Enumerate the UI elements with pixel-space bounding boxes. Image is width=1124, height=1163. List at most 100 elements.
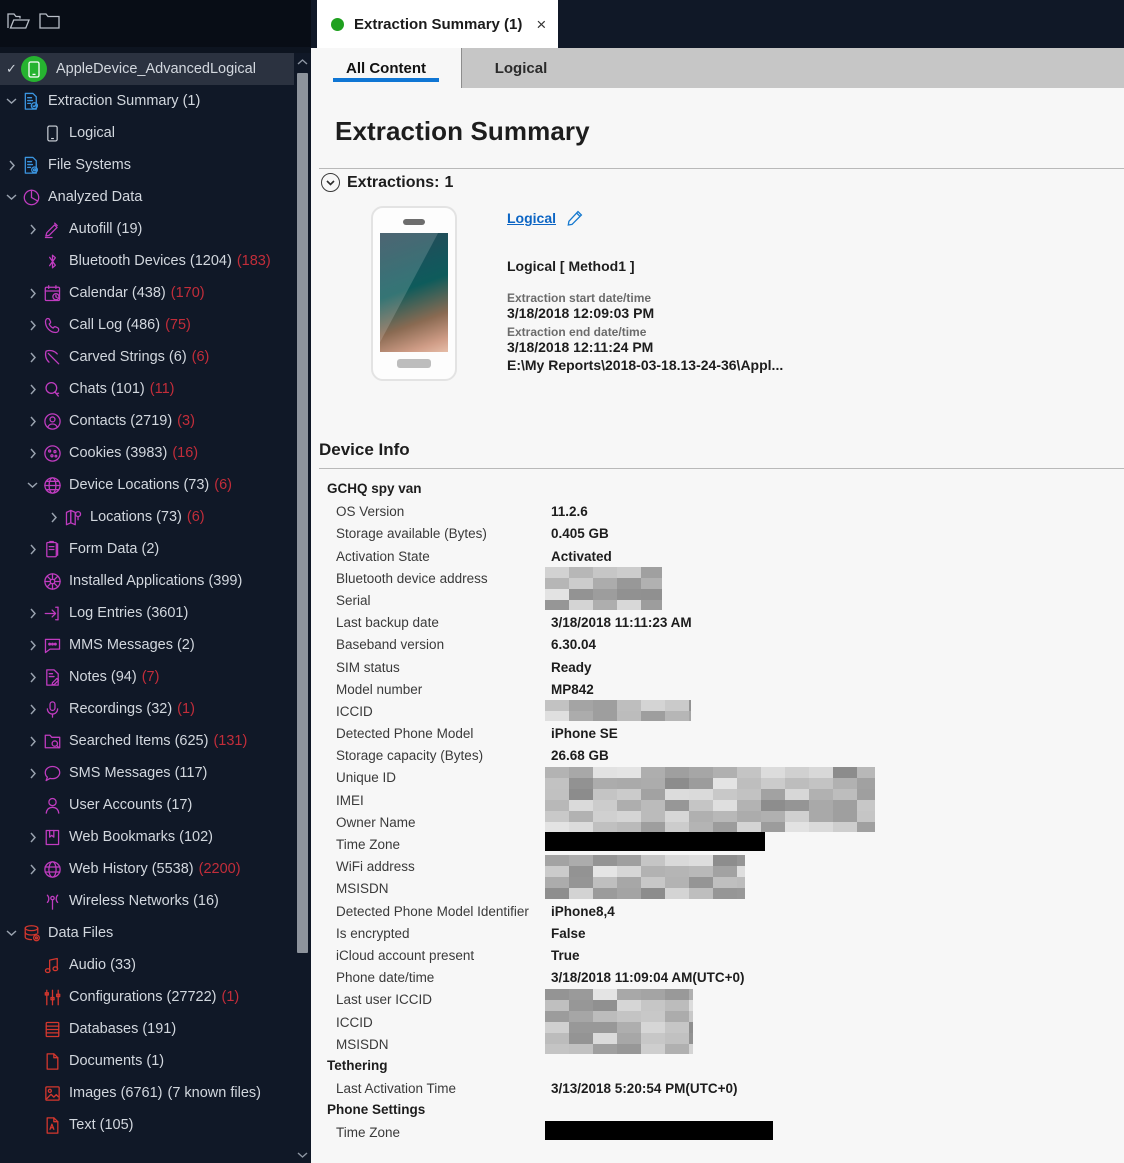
redacted-value-blur — [545, 988, 693, 1055]
tree-item-label: Documents (1) — [69, 1053, 165, 1069]
tree-item-autofill-19[interactable]: Autofill (19) — [0, 213, 311, 245]
chevron-right-icon[interactable] — [25, 341, 40, 373]
tab-all-content[interactable]: All Content — [311, 48, 461, 88]
cookie-icon — [40, 441, 64, 465]
open-folder-icon[interactable] — [6, 10, 30, 37]
tree-item-label: Autofill (19) — [69, 221, 143, 237]
device-tree[interactable]: ✓ AppleDevice_AdvancedLogical Extraction S… — [0, 53, 311, 1163]
tree-item-bluetooth-devices-1204[interactable]: Bluetooth Devices (1204) (183) — [0, 245, 311, 277]
scroll-up-arrow-icon[interactable] — [294, 53, 311, 70]
tree-item-form-data-2[interactable]: Form Data (2) — [0, 533, 311, 565]
chevron-right-icon[interactable] — [25, 821, 40, 853]
chevron-right-icon[interactable] — [25, 597, 40, 629]
device-info-value: iPhone8,4 — [551, 903, 615, 919]
extraction-link[interactable]: Logical — [507, 210, 556, 226]
chevron-right-icon[interactable] — [25, 629, 40, 661]
chevron-right-icon[interactable] — [25, 277, 40, 309]
tree-item-analyzed-data[interactable]: Analyzed Data — [0, 181, 311, 213]
chevron-down-icon[interactable] — [4, 85, 19, 117]
tab-extraction-summary[interactable]: Extraction Summary (1) × — [317, 0, 559, 48]
tree-item-data-files[interactable]: Data Files — [0, 917, 311, 949]
tree-item-locations-73[interactable]: Locations (73) (6) — [0, 501, 311, 533]
chevron-right-icon[interactable] — [25, 437, 40, 469]
chevron-down-icon[interactable] — [4, 181, 19, 213]
root-check-icon[interactable]: ✓ — [4, 53, 19, 85]
scroll-down-arrow-icon[interactable] — [294, 1146, 311, 1163]
tree-item-calendar-438[interactable]: Calendar (438) (170) — [0, 277, 311, 309]
tree-item-notes-94[interactable]: Notes (94) (7) — [0, 661, 311, 693]
chevron-right-icon[interactable] — [25, 373, 40, 405]
tree-item-root[interactable]: ✓ AppleDevice_AdvancedLogical — [0, 53, 311, 85]
collapse-chevron-icon[interactable] — [321, 173, 340, 192]
tree-item-cookies-3983[interactable]: Cookies (3983) (16) — [0, 437, 311, 469]
tree-item-mms-messages-2[interactable]: MMS Messages (2) — [0, 629, 311, 661]
tree-item-root-label: AppleDevice_AdvancedLogical — [56, 61, 256, 77]
device-info-row: OS Version 11.2.6 — [311, 502, 1124, 524]
chevron-right-icon[interactable] — [25, 853, 40, 885]
tree-item-web-bookmarks-102[interactable]: Web Bookmarks (102) — [0, 821, 311, 853]
tree-item-text-105[interactable]: Text (105) — [0, 1109, 311, 1141]
chevron-right-icon[interactable] — [46, 501, 61, 533]
tree-item-databases-191[interactable]: Databases (191) — [0, 1013, 311, 1045]
edit-pencil-icon[interactable] — [567, 210, 583, 230]
tree-item-log-entries-3601[interactable]: Log Entries (3601) — [0, 597, 311, 629]
chevron-right-icon[interactable] — [25, 725, 40, 757]
tab-close-icon[interactable]: × — [536, 16, 546, 33]
folder-icon[interactable] — [38, 10, 62, 37]
tree-item-label: Calendar (438) — [69, 285, 166, 301]
chevron-down-icon[interactable] — [4, 917, 19, 949]
chevron-right-icon[interactable] — [25, 533, 40, 565]
tree-item-call-log-486[interactable]: Call Log (486) (75) — [0, 309, 311, 341]
tree-scrollbar[interactable] — [294, 53, 311, 1163]
tab-active-underline — [333, 78, 439, 82]
db-stack-icon — [40, 1017, 64, 1041]
scrollbar-thumb[interactable] — [297, 73, 308, 953]
tree-item-documents-1[interactable]: Documents (1) — [0, 1045, 311, 1077]
tree-item-recordings-32[interactable]: Recordings (32) (1) — [0, 693, 311, 725]
redacted-value-blur — [545, 855, 745, 899]
tree-item-audio-33[interactable]: Audio (33) — [0, 949, 311, 981]
tree-item-web-history-5538[interactable]: Web History (5538) (2200) — [0, 853, 311, 885]
tree-item-label: Installed Applications (399) — [69, 573, 243, 589]
tab-strip: Extraction Summary (1) × — [311, 0, 1124, 48]
device-info-group-label: GCHQ spy van — [327, 481, 422, 496]
tree-item-sms-messages-117[interactable]: SMS Messages (117) — [0, 757, 311, 789]
device-info-row: Storage available (Bytes) 0.405 GB — [311, 524, 1124, 546]
chevron-down-icon[interactable] — [25, 469, 40, 501]
tree-item-logical[interactable]: Logical — [0, 117, 311, 149]
sliders-icon — [40, 985, 64, 1009]
chevron-right-icon[interactable] — [25, 309, 40, 341]
tree-item-contacts-2719[interactable]: Contacts (2719) (3) — [0, 405, 311, 437]
chevron-right-icon[interactable] — [25, 213, 40, 245]
chevron-right-icon[interactable] — [25, 693, 40, 725]
tree-item-flagged-count: (1) — [177, 701, 195, 717]
tree-item-flagged-count: (170) — [170, 285, 205, 301]
tree-item-label: Bluetooth Devices (1204) — [69, 253, 232, 269]
tree-item-carved-strings-6[interactable]: Carved Strings (6) (6) — [0, 341, 311, 373]
extractions-header[interactable]: Extractions: 1 — [321, 173, 453, 192]
tree-item-user-accounts-17[interactable]: User Accounts (17) — [0, 789, 311, 821]
tab-logical[interactable]: Logical — [462, 48, 580, 88]
tree-item-wireless-networks-16[interactable]: Wireless Networks (16) — [0, 885, 311, 917]
device-info-key: IMEI — [336, 792, 364, 808]
chevron-right-icon[interactable] — [25, 405, 40, 437]
image-icon — [40, 1081, 64, 1105]
chevron-right-icon[interactable] — [4, 149, 19, 181]
tree-item-file-systems[interactable]: File Systems — [0, 149, 311, 181]
tree-item-configurations-27722[interactable]: Configurations (27722) (1) — [0, 981, 311, 1013]
chevron-right-icon[interactable] — [25, 661, 40, 693]
tree-item-images-6761[interactable]: Images (6761) (7 known files) — [0, 1077, 311, 1109]
chevron-right-icon[interactable] — [25, 757, 40, 789]
tree-item-chats-101[interactable]: Chats (101) (11) — [0, 373, 311, 405]
device-info-key: Model number — [336, 681, 423, 697]
tree-item-label: Images (6761) — [69, 1085, 163, 1101]
redacted-value-blur — [545, 766, 875, 833]
tree-item-device-locations-73[interactable]: Device Locations (73) (6) — [0, 469, 311, 501]
sub-tab-bar[interactable]: All Content Logical — [311, 48, 1124, 88]
tree-item-searched-items-625[interactable]: Searched Items (625) (131) — [0, 725, 311, 757]
tree-item-extraction-summary-1[interactable]: Extraction Summary (1) — [0, 85, 311, 117]
tree-item-installed-applications-399[interactable]: Installed Applications (399) — [0, 565, 311, 597]
pie-icon — [19, 185, 43, 209]
device-info-key: ICCID — [336, 703, 373, 719]
